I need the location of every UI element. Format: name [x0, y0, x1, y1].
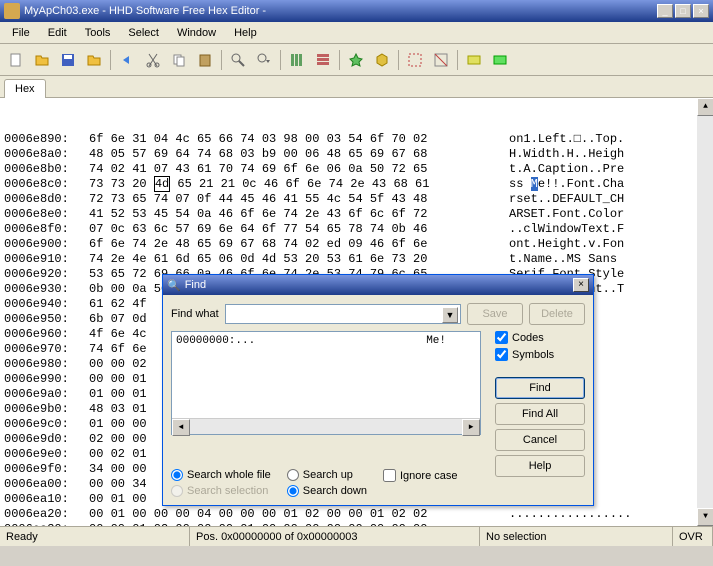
find-dialog: 🔍 Find × Find what Save Delete 00000000:… — [162, 274, 594, 506]
find-titlebar[interactable]: 🔍 Find × — [163, 275, 593, 295]
deselect-icon[interactable] — [429, 48, 453, 72]
tabbar: Hex — [0, 76, 713, 98]
status-selection: No selection — [480, 527, 673, 546]
open-icon[interactable] — [30, 48, 54, 72]
search-down-radio[interactable]: Search down — [287, 485, 367, 497]
hex-icon[interactable] — [370, 48, 394, 72]
close-button[interactable]: × — [693, 4, 709, 18]
findnext-icon[interactable] — [252, 48, 276, 72]
save-icon[interactable] — [56, 48, 80, 72]
search-up-radio[interactable]: Search up — [287, 469, 367, 481]
status-mode: OVR — [673, 527, 713, 546]
minimize-button[interactable]: _ — [657, 4, 673, 18]
cut-icon[interactable] — [141, 48, 165, 72]
search-selection-radio[interactable]: Search selection — [171, 485, 271, 497]
find-listbox[interactable]: 00000000:... Me! — [171, 331, 481, 435]
paste-icon[interactable] — [193, 48, 217, 72]
new-icon[interactable] — [4, 48, 28, 72]
rows-icon[interactable] — [311, 48, 335, 72]
menu-window[interactable]: Window — [169, 24, 224, 42]
list-address: 00000000:... — [176, 335, 255, 347]
copy-icon[interactable] — [167, 48, 191, 72]
tab-hex[interactable]: Hex — [4, 79, 46, 99]
find-what-label: Find what — [171, 308, 219, 320]
list-scrollbar[interactable] — [172, 418, 480, 434]
status-position: Pos. 0x00000000 of 0x00000003 — [190, 527, 480, 546]
undo-icon[interactable] — [115, 48, 139, 72]
menu-select[interactable]: Select — [120, 24, 167, 42]
titlebar: MyApCh03.exe - HHD Software Free Hex Edi… — [0, 0, 713, 22]
select-icon[interactable] — [403, 48, 427, 72]
delete-button[interactable]: Delete — [529, 303, 585, 325]
app-icon — [4, 3, 20, 19]
find-what-combo[interactable] — [225, 304, 461, 324]
codes-checkbox[interactable]: Codes — [495, 331, 585, 344]
find-title: Find — [185, 279, 573, 291]
menu-help[interactable]: Help — [226, 24, 265, 42]
statusbar: Ready Pos. 0x00000000 of 0x00000003 No s… — [0, 526, 713, 546]
menubar: File Edit Tools Select Window Help — [0, 22, 713, 44]
save-button[interactable]: Save — [467, 303, 523, 325]
find-icon: 🔍 — [167, 279, 181, 292]
find-icon[interactable] — [226, 48, 250, 72]
maximize-button[interactable]: □ — [675, 4, 691, 18]
tool1-icon[interactable] — [462, 48, 486, 72]
search-whole-radio[interactable]: Search whole file — [171, 469, 271, 481]
toolbar — [0, 44, 713, 76]
bookmark-icon[interactable] — [344, 48, 368, 72]
cancel-button[interactable]: Cancel — [495, 429, 585, 451]
tool2-icon[interactable] — [488, 48, 512, 72]
help-button[interactable]: Help — [495, 455, 585, 477]
window-title: MyApCh03.exe - HHD Software Free Hex Edi… — [24, 5, 655, 17]
list-text: Me! — [426, 335, 446, 347]
find-close-button[interactable]: × — [573, 278, 589, 292]
symbols-checkbox[interactable]: Symbols — [495, 348, 585, 361]
menu-file[interactable]: File — [4, 24, 38, 42]
ignore-case-checkbox[interactable]: Ignore case — [383, 469, 457, 482]
folder-icon[interactable] — [82, 48, 106, 72]
status-ready: Ready — [0, 527, 190, 546]
menu-tools[interactable]: Tools — [77, 24, 119, 42]
columns-icon[interactable] — [285, 48, 309, 72]
find-all-button[interactable]: Find All — [495, 403, 585, 425]
find-button[interactable]: Find — [495, 377, 585, 399]
menu-edit[interactable]: Edit — [40, 24, 75, 42]
vertical-scrollbar[interactable] — [697, 98, 713, 526]
